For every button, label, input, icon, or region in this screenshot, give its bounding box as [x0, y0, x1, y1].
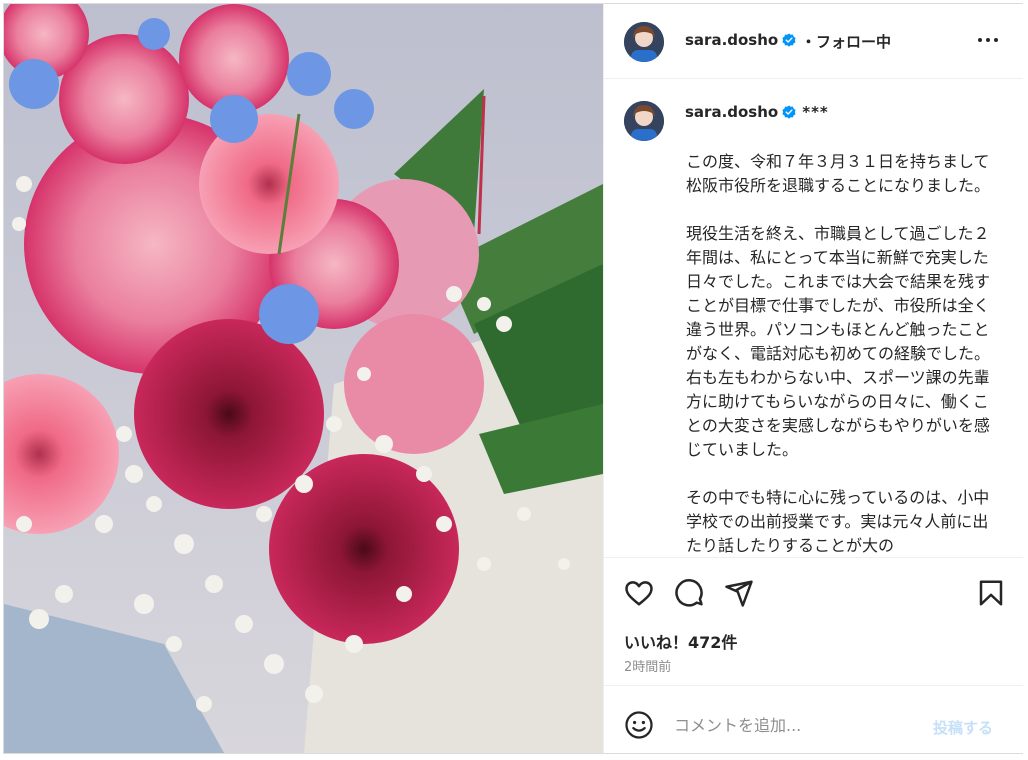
verified-badge-icon	[782, 33, 796, 47]
avatar[interactable]	[624, 101, 664, 141]
likes-count[interactable]: いいね！472件	[624, 629, 737, 653]
heart-icon[interactable]	[624, 578, 654, 608]
caption-username[interactable]: sara.dosho	[685, 103, 778, 121]
post-actions: いいね！472件 2時間前 投稿する	[604, 557, 1023, 754]
header-username[interactable]: sara.dosho	[685, 31, 796, 49]
bookmark-icon[interactable]	[976, 578, 1006, 608]
post-comment-button[interactable]: 投稿する	[933, 717, 993, 738]
following-button[interactable]: フォロー中	[816, 31, 891, 52]
emoji-icon[interactable]	[624, 710, 654, 740]
post-caption: sara.dosho *** この度、令和７年３月３１日を持ちまして松阪市役所を退…	[604, 79, 1023, 557]
post-timestamp[interactable]: 2時間前	[624, 656, 671, 675]
more-horizontal-icon[interactable]	[976, 30, 1000, 50]
comment-input[interactable]	[674, 710, 924, 740]
comment-icon[interactable]	[674, 578, 704, 608]
share-icon[interactable]	[724, 578, 754, 608]
separator-dot: ・	[801, 33, 817, 51]
post-header: sara.dosho ・ フォロー中	[604, 4, 1023, 79]
verified-badge-icon	[782, 105, 796, 119]
post-side-panel: sara.dosho ・ フォロー中 sara.dosho *** この度、令和７…	[603, 4, 1023, 753]
caption-text: この度、令和７年３月３１日を持ちまして松阪市役所を退職することになりました。 現…	[686, 152, 991, 555]
caption-stars: ***	[802, 103, 829, 121]
caption-author: sara.dosho ***	[685, 103, 829, 121]
username-text[interactable]: sara.dosho	[685, 31, 778, 49]
avatar[interactable]	[624, 22, 664, 62]
post-photo-bouquet[interactable]	[4, 4, 603, 753]
comment-bar: 投稿する	[604, 685, 1023, 755]
